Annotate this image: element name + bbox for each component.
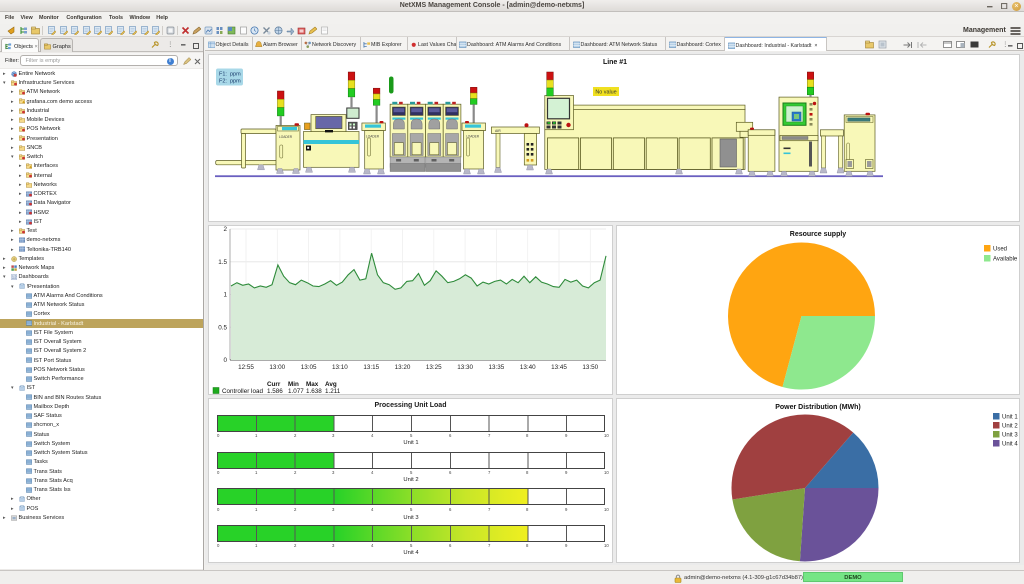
svg-text:AIR: AIR <box>495 129 501 133</box>
svg-text:13:45: 13:45 <box>551 364 567 371</box>
svg-text:F2: ppm: F2: ppm <box>219 79 241 85</box>
svg-text:13:15: 13:15 <box>363 364 379 371</box>
svg-text:13:20: 13:20 <box>395 364 411 371</box>
svg-text:13:30: 13:30 <box>457 364 473 371</box>
svg-text:13:25: 13:25 <box>426 364 442 371</box>
svg-text:1: 1 <box>223 292 227 299</box>
svg-text:F1: ppm: F1: ppm <box>219 72 241 78</box>
svg-text:0.5: 0.5 <box>218 325 227 332</box>
svg-text:13:05: 13:05 <box>301 364 317 371</box>
svg-text:0: 0 <box>223 357 227 364</box>
svg-text:LOADER: LOADER <box>279 135 293 139</box>
svg-text:1.586: 1.586 <box>267 388 283 394</box>
svg-text:1.211: 1.211 <box>325 388 341 394</box>
svg-text:2: 2 <box>223 226 227 233</box>
svg-text:Unit 4: Unit 4 <box>1002 442 1018 448</box>
svg-text:1.638: 1.638 <box>306 388 322 394</box>
svg-text:Avg: Avg <box>325 381 337 388</box>
svg-text:Line #1: Line #1 <box>603 59 627 66</box>
svg-text:1.5: 1.5 <box>218 259 227 266</box>
svg-text:13:35: 13:35 <box>489 364 505 371</box>
svg-text:Used: Used <box>993 247 1007 253</box>
svg-text:No value: No value <box>595 90 616 96</box>
svg-text:Controller load: Controller load <box>222 388 263 394</box>
svg-text:Resource supply: Resource supply <box>790 231 847 238</box>
svg-text:13:40: 13:40 <box>520 364 536 371</box>
svg-text:Available: Available <box>993 257 1018 263</box>
svg-text:13:10: 13:10 <box>332 364 348 371</box>
svg-text:13:00: 13:00 <box>269 364 285 371</box>
svg-text:Unit 3: Unit 3 <box>1002 433 1018 439</box>
svg-text:Unit 1: Unit 1 <box>1002 415 1018 421</box>
svg-text:12: 12 <box>11 275 16 280</box>
svg-text:Max: Max <box>306 381 319 388</box>
svg-text:Unit 2: Unit 2 <box>1002 424 1018 430</box>
svg-text:Power Distribution (MWh): Power Distribution (MWh) <box>775 404 861 411</box>
svg-text:Min: Min <box>288 381 299 388</box>
svg-text:13:50: 13:50 <box>582 364 598 371</box>
svg-text:12:55: 12:55 <box>238 364 254 371</box>
svg-text:1.077: 1.077 <box>288 388 304 394</box>
svg-text:Curr: Curr <box>267 381 281 388</box>
